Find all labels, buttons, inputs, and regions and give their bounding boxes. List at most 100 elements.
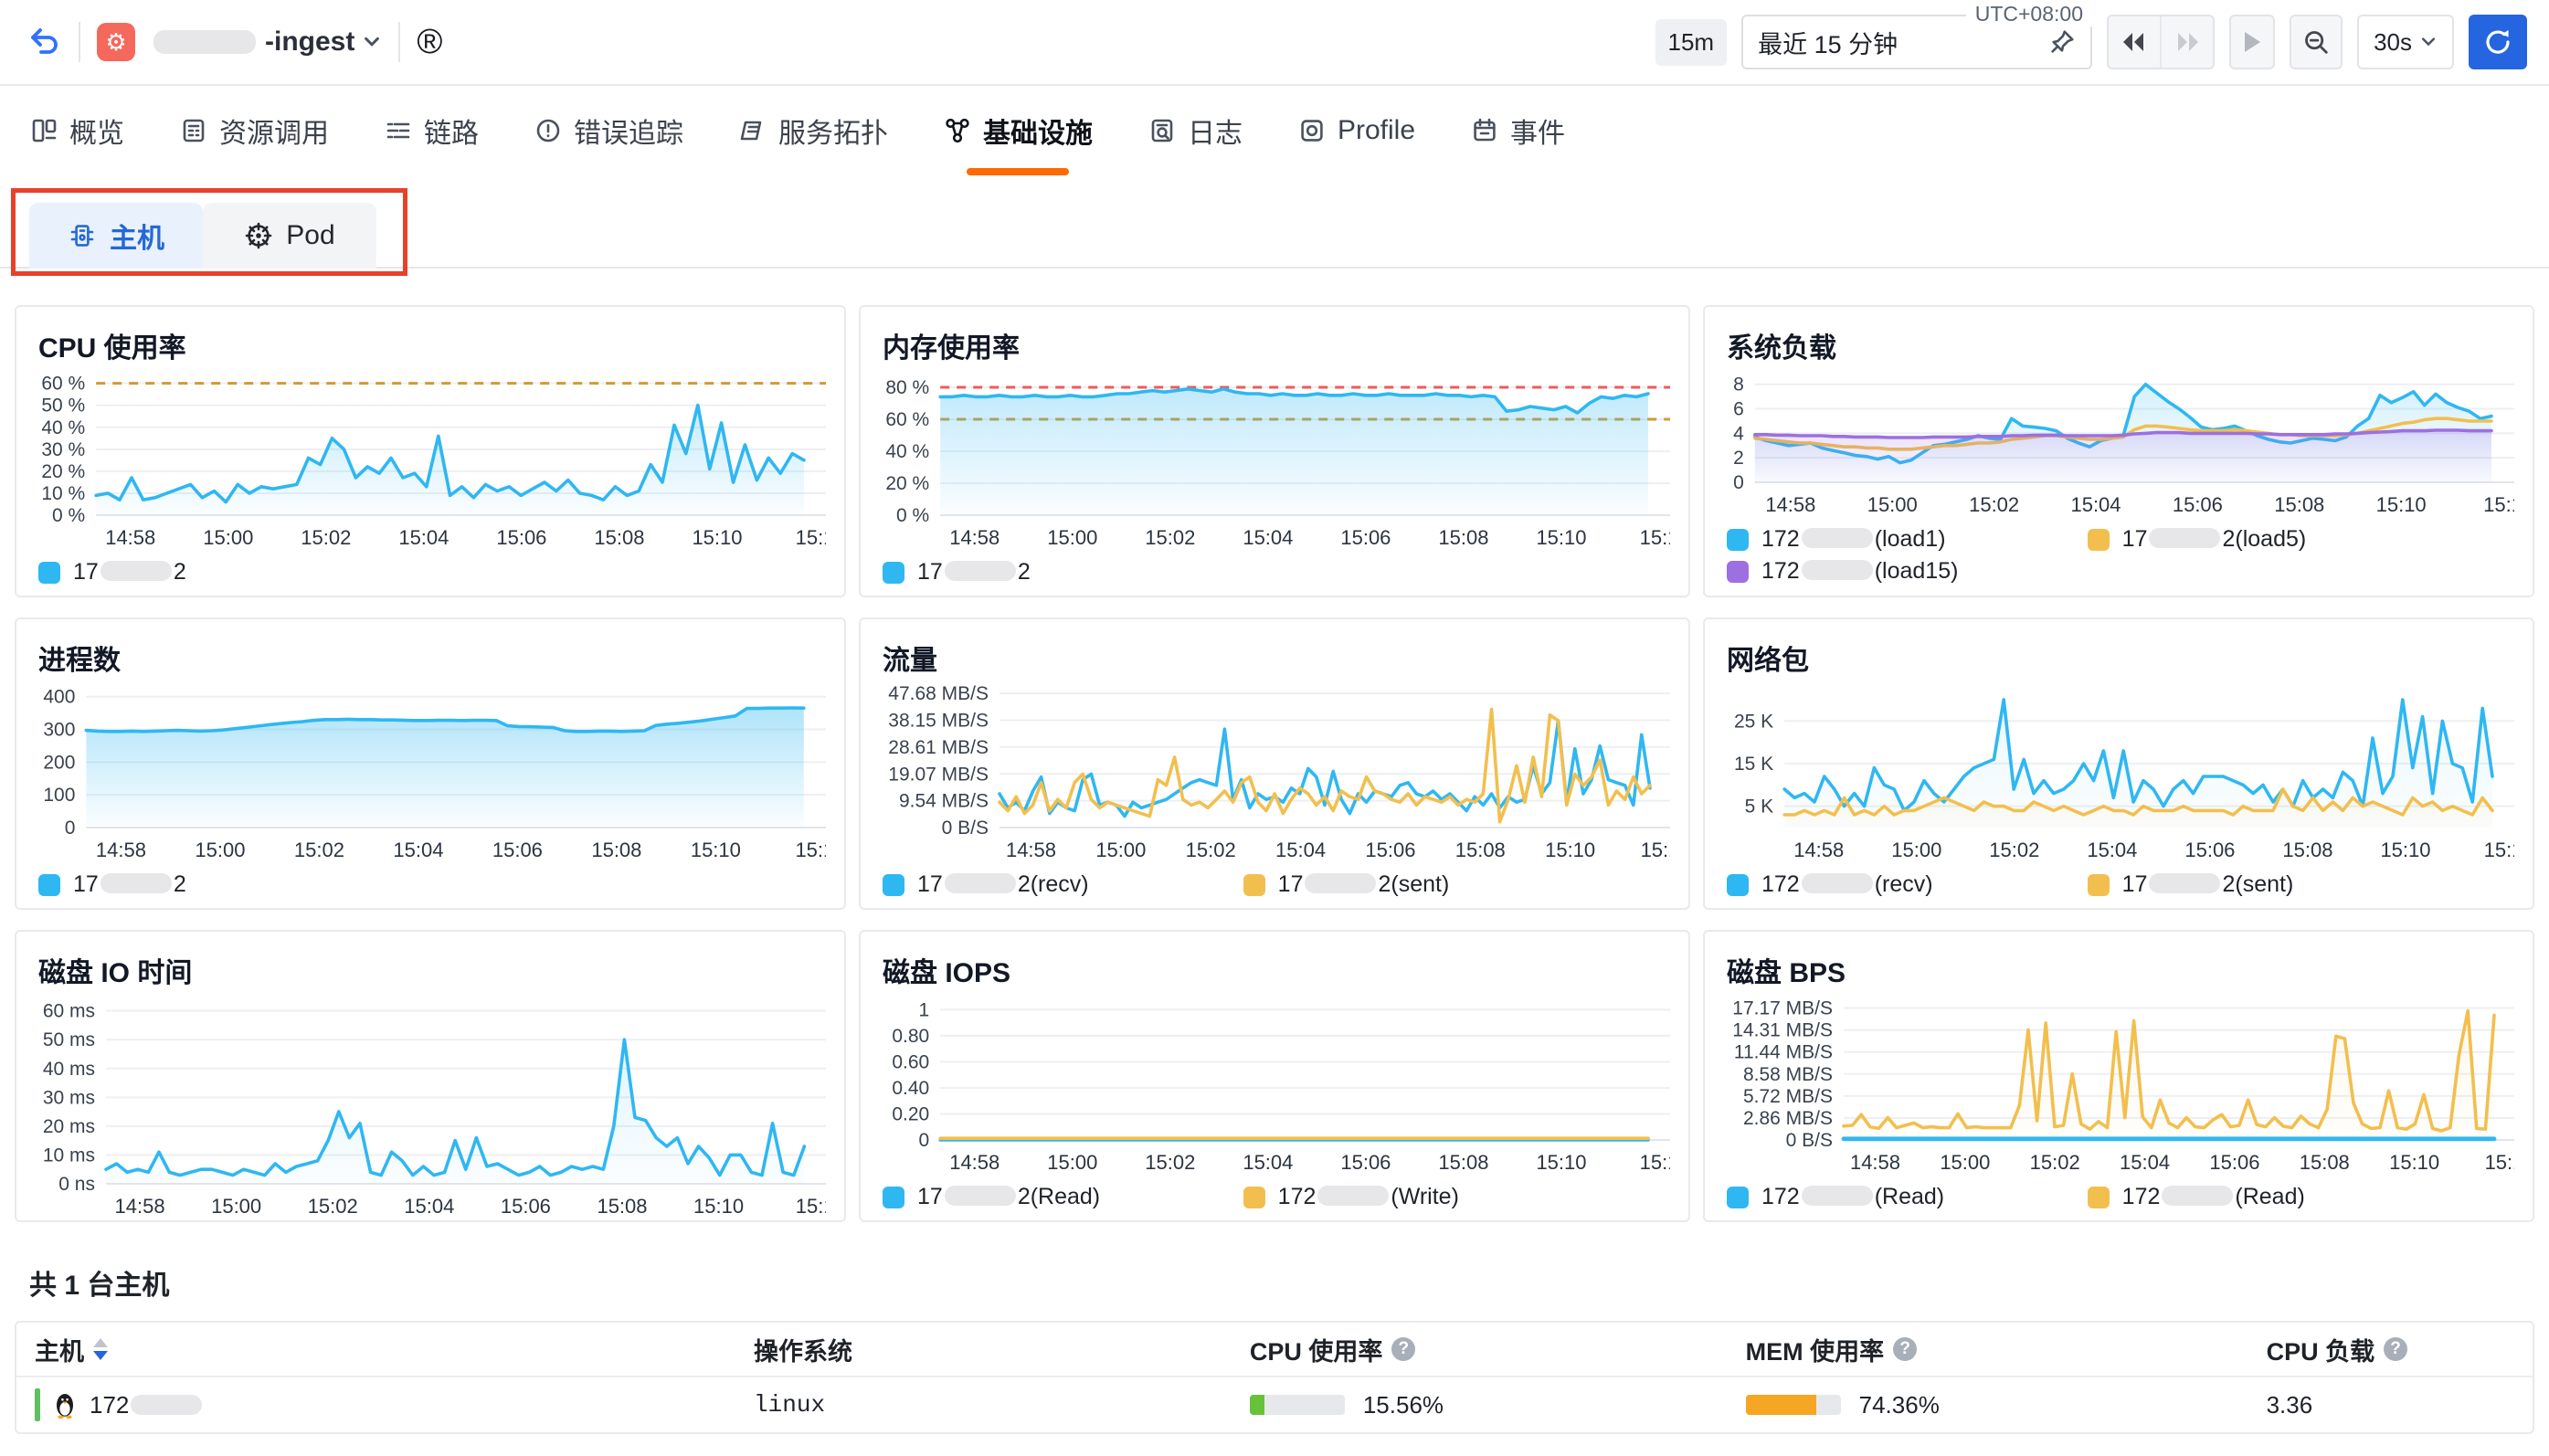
tab-item-3[interactable]: 错误追踪 (534, 86, 683, 175)
tab-profile[interactable]: Profile (1297, 86, 1415, 175)
tab-item-1[interactable]: 资源调用 (179, 86, 329, 175)
help-icon[interactable]: ? (1391, 1337, 1415, 1361)
svg-text:15:10: 15:10 (1536, 526, 1586, 549)
app-selector[interactable]: -ingest (152, 26, 382, 58)
legend-label: 172(load1) (1761, 526, 1946, 553)
legend-item[interactable]: 172 (883, 559, 1243, 586)
svg-text:14:58: 14:58 (949, 1151, 1000, 1174)
chart-legend: 172(Read) 172(Write) (883, 1184, 1666, 1210)
legend-item[interactable]: 172(Read) (1727, 1184, 2088, 1210)
svg-text:2: 2 (1733, 448, 1744, 469)
svg-text:15:1: 15:1 (796, 526, 826, 549)
legend-item[interactable]: 172(load1) (1727, 526, 2088, 553)
tab-item-2[interactable]: 链路 (384, 86, 479, 175)
chart-canvas[interactable]: 0 B/S9.54 MB/S19.07 MB/S28.61 MB/S38.15 … (883, 681, 1666, 868)
legend-label: 172(load5) (2122, 526, 2307, 553)
svg-text:15:08: 15:08 (1438, 1151, 1488, 1174)
svg-text:5 K: 5 K (1745, 797, 1774, 818)
subtab-pod[interactable]: Pod (203, 203, 376, 269)
svg-text:15:10: 15:10 (2389, 1151, 2439, 1174)
redacted-app-name (153, 30, 256, 54)
time-range-label: 最近 15 分钟 (1758, 25, 2037, 60)
svg-text:2.86 MB/S: 2.86 MB/S (1743, 1108, 1833, 1129)
legend-item[interactable]: 172(load5) (2088, 526, 2449, 553)
svg-text:15:02: 15:02 (301, 526, 351, 549)
legend-label: 172 (73, 871, 186, 898)
range-preset-badge[interactable]: 15m (1655, 19, 1728, 66)
main-tab-bar: 概览资源调用 链路 错误追踪服务拓扑基础设施日志 Profile 事件 (0, 86, 2549, 175)
legend-item[interactable]: 172(sent) (1243, 871, 1604, 898)
svg-text:4: 4 (1733, 423, 1744, 444)
chart-canvas[interactable]: 0 %10 %20 %30 %40 %50 %60 %14:5815:0015:… (38, 369, 822, 555)
svg-text:14:58: 14:58 (1850, 1151, 1900, 1174)
refresh-button[interactable] (2469, 15, 2527, 69)
chart-canvas[interactable]: 0 B/S2.86 MB/S5.72 MB/S8.58 MB/S11.44 MB… (1727, 994, 2511, 1180)
help-icon[interactable]: ? (2384, 1337, 2407, 1361)
chart-title: 进程数 (38, 638, 822, 678)
column-header-4: CPU 负载? (2267, 1332, 2514, 1367)
chart-legend: 172 (883, 559, 1666, 586)
svg-text:15:00: 15:00 (211, 1195, 261, 1218)
tab-label: Profile (1338, 115, 1415, 146)
svg-text:15:00: 15:00 (1891, 839, 1941, 861)
shift-back-button[interactable] (2109, 16, 2160, 68)
chart-card: 进程数010020030040014:5815:0015:0215:0415:0… (15, 617, 846, 910)
legend-item[interactable]: 172(Read) (883, 1184, 1243, 1210)
svg-text:47.68 MB/S: 47.68 MB/S (888, 683, 989, 704)
svg-text:200: 200 (43, 752, 75, 773)
shift-forward-button[interactable] (2160, 16, 2213, 68)
tab-item-5[interactable]: 基础设施 (943, 86, 1093, 175)
chart-title: 系统负载 (1727, 325, 2511, 365)
help-icon[interactable]: ? (1893, 1337, 1917, 1361)
redacted-host-ip (945, 1186, 1016, 1206)
back-icon[interactable] (26, 24, 62, 60)
table-row[interactable]: 172linux15.56%74.36%3.36 (16, 1377, 2533, 1432)
tab-item-6[interactable]: 日志 (1148, 86, 1243, 175)
kubernetes-helm-icon (244, 221, 273, 250)
svg-text:14:58: 14:58 (1793, 839, 1844, 861)
chart-canvas[interactable]: 5 K15 K25 K14:5815:0015:0215:0415:0615:0… (1727, 681, 2511, 868)
zoom-out-icon[interactable] (2290, 15, 2343, 69)
mem-usage-value: 74.36% (1859, 1391, 1940, 1419)
column-header-0[interactable]: 主机 (35, 1332, 754, 1367)
chart-canvas[interactable]: 00.200.400.600.80114:5815:0015:0215:0415… (883, 994, 1666, 1180)
sort-icon[interactable] (93, 1338, 108, 1360)
host-table-header: 主机操作系统CPU 使用率?MEM 使用率?CPU 负载? (16, 1323, 2533, 1377)
chart-title: 磁盘 BPS (1727, 950, 2511, 990)
subtab-host[interactable]: 主机 (29, 203, 203, 269)
legend-label: 172(Write) (1278, 1184, 1459, 1210)
pin-icon[interactable] (2048, 28, 2076, 56)
play-button[interactable] (2229, 15, 2275, 69)
column-header-3: MEM 使用率? (1746, 1332, 2267, 1367)
legend-item[interactable]: 172 (38, 559, 399, 586)
svg-text:15:08: 15:08 (1455, 839, 1506, 861)
legend-item[interactable]: 172 (38, 871, 399, 898)
svg-text:60 %: 60 % (885, 409, 929, 430)
chart-canvas[interactable]: 0 %20 %40 %60 %80 %14:5815:0015:0215:041… (883, 369, 1666, 555)
chart-canvas[interactable]: 0 ns10 ms20 ms30 ms40 ms50 ms60 ms14:581… (38, 994, 822, 1222)
tab-item-8[interactable]: 事件 (1470, 86, 1565, 175)
tab-label: 链路 (424, 111, 479, 151)
top-header: ⚙ -ingest ® UTC+08:00 15m 最近 15 分钟 (0, 0, 2549, 86)
svg-text:15:08: 15:08 (2274, 493, 2324, 516)
chart-canvas[interactable]: 0246814:5815:0015:0215:0415:0615:0815:10… (1727, 369, 2511, 522)
legend-item[interactable]: 172(recv) (883, 871, 1243, 898)
rust-logo-icon[interactable]: ® (417, 25, 442, 59)
legend-item[interactable]: 172(Read) (2088, 1184, 2449, 1210)
redacted-host-ip (1802, 528, 1873, 548)
legend-item[interactable]: 172(recv) (1727, 871, 2088, 898)
legend-item[interactable]: 172(load15) (1727, 558, 2088, 585)
legend-item[interactable]: 172(Write) (1243, 1184, 1604, 1210)
svg-text:1: 1 (919, 999, 930, 1020)
refresh-interval-select[interactable]: 30s (2357, 15, 2454, 69)
column-label: MEM 使用率 (1746, 1332, 1885, 1367)
chart-title: CPU 使用率 (38, 325, 822, 365)
chart-canvas[interactable]: 010020030040014:5815:0015:0215:0415:0615… (38, 681, 822, 868)
tab-item-4[interactable]: 服务拓扑 (738, 86, 888, 175)
host-cell[interactable]: 172 (35, 1388, 754, 1421)
svg-text:40 %: 40 % (41, 417, 85, 438)
tab-item-0[interactable]: 概览 (29, 86, 124, 175)
svg-text:15:08: 15:08 (594, 526, 644, 549)
legend-item[interactable]: 172(sent) (2088, 871, 2449, 898)
svg-text:15:02: 15:02 (1989, 839, 2039, 861)
